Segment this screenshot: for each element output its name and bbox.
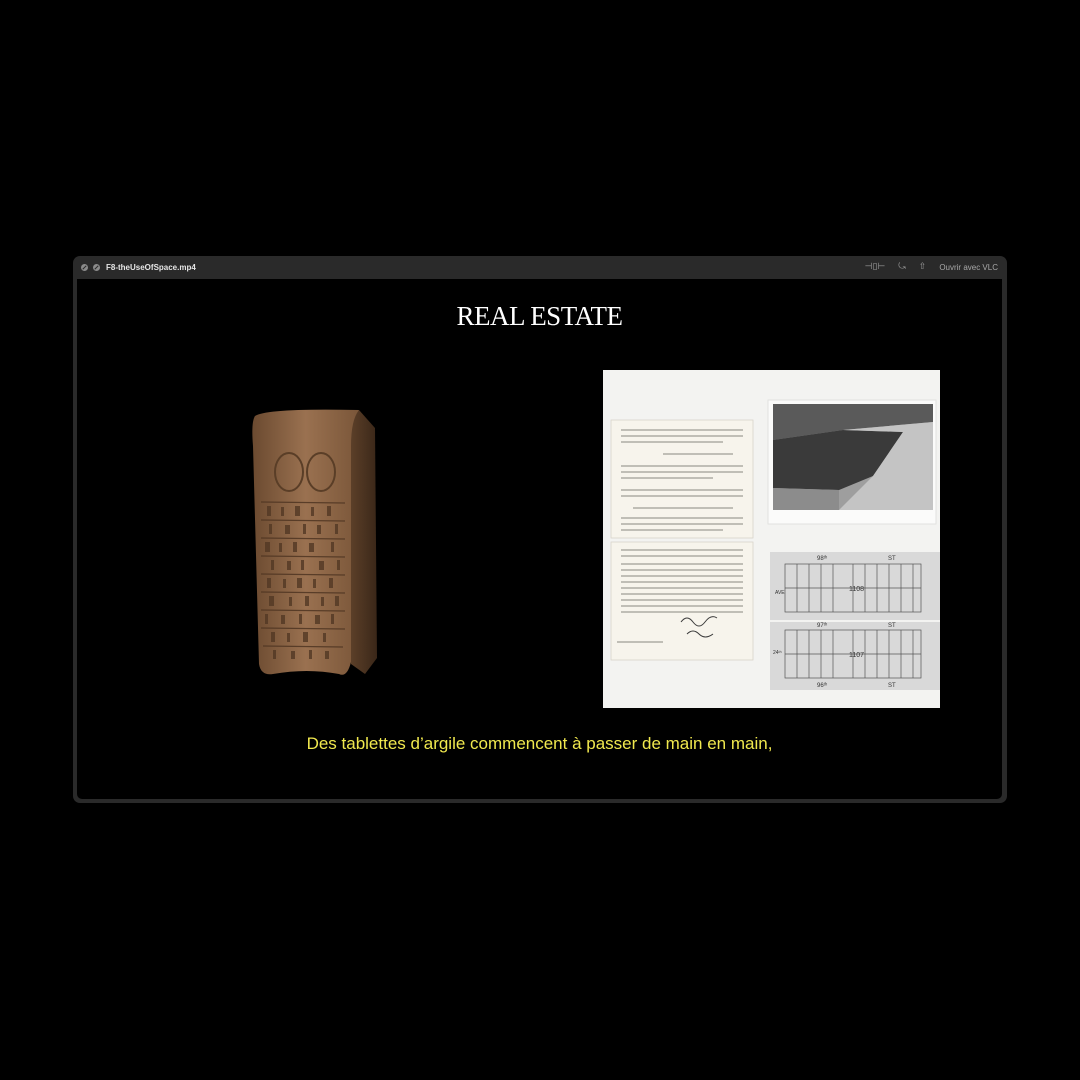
plan-label: AVE xyxy=(775,590,785,596)
title-bar: F8-theUseOfSpace.mp4 ⊣▯⊢ ⤿ ⇧ Ouvrir avec… xyxy=(73,256,1007,278)
plan-label: ST xyxy=(888,556,896,562)
plan-label: ST xyxy=(888,623,896,629)
video-title: REAL ESTATE xyxy=(456,301,623,331)
close-icon[interactable] xyxy=(81,263,88,271)
minimize-icon[interactable] xyxy=(93,263,100,271)
plan-label: 1107 xyxy=(849,652,864,659)
file-name: F8-theUseOfSpace.mp4 xyxy=(106,262,196,272)
quicklook-window: F8-theUseOfSpace.mp4 ⊣▯⊢ ⤿ ⇧ Ouvrir avec… xyxy=(73,256,1007,803)
plan-label: 96ᵗʰ xyxy=(817,682,827,689)
plan-label: 97ᵗʰ xyxy=(817,622,827,629)
video-frame[interactable]: REAL ESTATE 98ᵗʰ ST 1108 AVE 97ᵗʰ ST 110… xyxy=(77,279,1002,799)
plan-label: ST xyxy=(888,683,896,689)
rotate-icon[interactable]: ⤿ xyxy=(898,262,906,272)
clay-tablet-image xyxy=(252,409,377,675)
real-estate-documents-image: 98ᵗʰ ST 1108 AVE 97ᵗʰ ST 1107 24ᵗʰ 96ᵗʰ … xyxy=(603,370,940,708)
plan-label: 24ᵗʰ xyxy=(773,650,782,656)
subtitle-caption: Des tablettes d’argile commencent à pass… xyxy=(306,734,773,753)
share-icon[interactable]: ⇧ xyxy=(919,262,927,272)
trim-icon[interactable]: ⊣▯⊢ xyxy=(865,262,886,272)
open-with-vlc-button[interactable]: Ouvrir avec VLC xyxy=(939,263,998,272)
plan-label: 98ᵗʰ xyxy=(817,555,827,562)
plan-label: 1108 xyxy=(849,586,864,593)
